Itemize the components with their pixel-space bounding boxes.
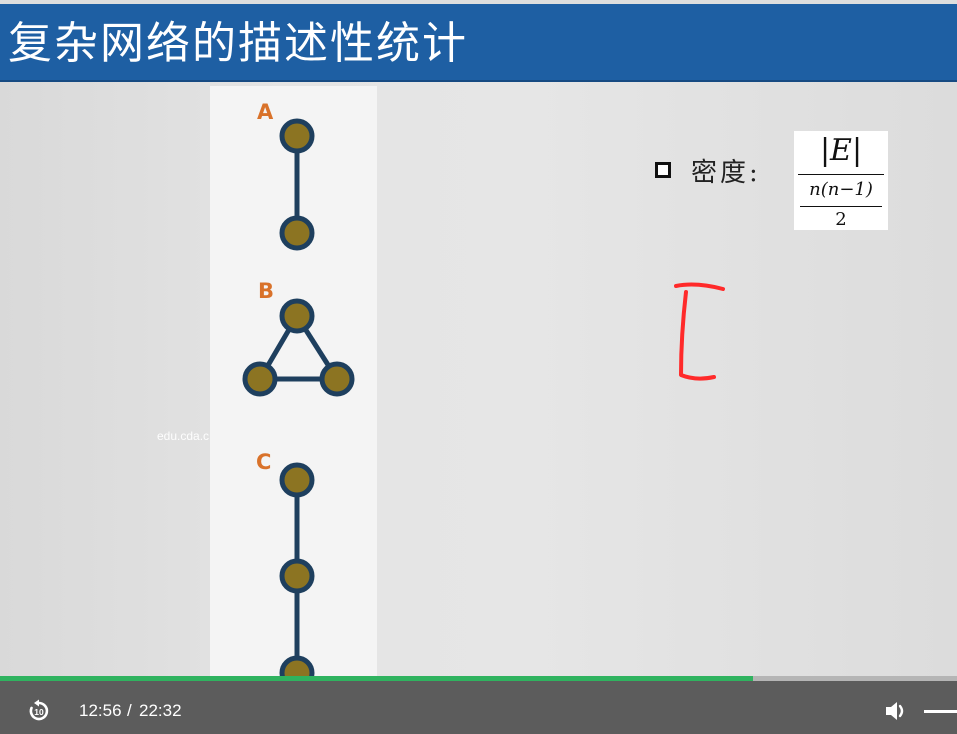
replay-10-icon[interactable]: 10	[27, 699, 51, 723]
duration: 22:32	[139, 701, 182, 720]
graph-c	[279, 462, 315, 691]
graph-a-node	[279, 118, 315, 154]
fraction-bar	[800, 206, 882, 207]
formula-denominator-top: n(n−1)	[809, 179, 873, 200]
network-figure-panel: A B C	[210, 86, 377, 716]
graph-b-node	[242, 361, 278, 397]
density-formula: |E| n(n−1) 2	[794, 131, 888, 230]
density-label: 密度:	[691, 157, 761, 188]
formula-denominator-bottom: 2	[835, 209, 847, 230]
slide-title: 复杂网络的描述性统计	[8, 18, 468, 69]
network-diagrams	[242, 118, 355, 691]
graph-b	[242, 298, 355, 397]
watermark: edu.cda.c	[157, 429, 210, 443]
graph-a	[279, 118, 315, 251]
svg-text:10: 10	[34, 707, 44, 717]
handwritten-annotation	[674, 282, 725, 381]
current-time: 12:56	[79, 701, 122, 720]
speaker-icon[interactable]	[884, 699, 910, 723]
volume-slider[interactable]	[924, 710, 957, 713]
formula-numerator: |E|	[819, 133, 863, 168]
time-separator: /	[127, 701, 132, 720]
graph-a-node	[279, 215, 315, 251]
fraction-bar	[798, 174, 884, 175]
title-bar: 复杂网络的描述性统计	[0, 4, 957, 82]
bullet-square-icon	[655, 162, 671, 178]
graph-c-node	[279, 558, 315, 594]
player-controls: 10 12:56 / 22:32	[0, 681, 957, 734]
graph-b-node	[319, 361, 355, 397]
density-bullet: 密度:	[655, 150, 761, 190]
graph-c-node	[279, 462, 315, 498]
graph-b-node	[279, 298, 315, 334]
